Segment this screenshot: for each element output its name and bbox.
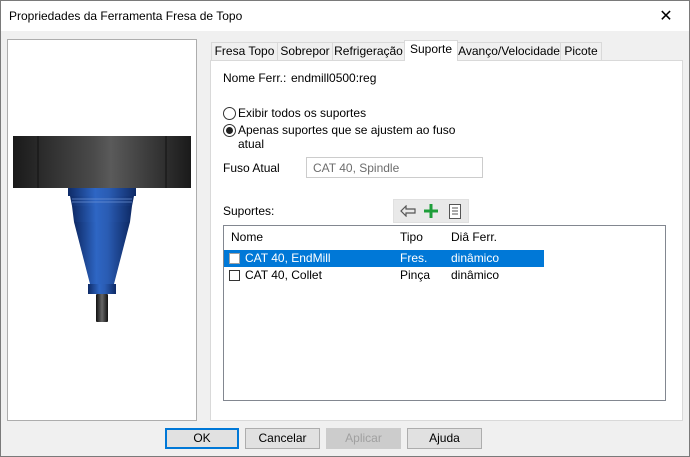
ok-button[interactable]: OK <box>165 428 239 449</box>
holders-list[interactable]: Nome Tipo Diâ Ferr. CAT 40, EndMill Fres… <box>223 225 666 401</box>
tab-picote[interactable]: Picote <box>560 42 602 61</box>
tab-sobrepor[interactable]: Sobrepor <box>277 42 333 61</box>
holders-toolbar <box>393 199 469 223</box>
tool-holder-illustration <box>13 136 191 322</box>
holder-type: Pinça <box>400 268 431 282</box>
list-icon[interactable] <box>445 202 465 220</box>
holders-label: Suportes: <box>223 204 275 218</box>
tool-name-label: Nome Ferr.: <box>223 71 287 85</box>
show-all-holders-label[interactable]: Exibir todos os suportes <box>238 106 366 120</box>
plus-icon[interactable] <box>421 202 441 220</box>
title-bar: Propriedades da Ferramenta Fresa de Topo… <box>1 1 689 31</box>
holder-panel: Nome Ferr.: endmill0500:reg Exibir todos… <box>210 60 683 421</box>
tool-preview <box>7 39 197 421</box>
column-header-diameter[interactable]: Diâ Ferr. <box>451 230 497 244</box>
holder-name: CAT 40, EndMill <box>245 251 331 265</box>
tab-suporte[interactable]: Suporte <box>404 40 458 61</box>
close-button[interactable]: ✕ <box>643 1 689 31</box>
tab-refrigeracao[interactable]: Refrigeração <box>332 42 405 61</box>
holder-diameter: dinâmico <box>451 251 500 265</box>
help-button[interactable]: Ajuda <box>407 428 482 449</box>
tab-avanco-velocidade[interactable]: Avanço/Velocidade <box>457 42 561 61</box>
spindle-field: CAT 40, Spindle <box>306 157 483 178</box>
holder-row[interactable]: CAT 40, EndMill Fres. dinâmico <box>224 250 544 267</box>
tab-fresa-topo[interactable]: Fresa Topo <box>211 42 278 61</box>
column-header-type[interactable]: Tipo <box>400 230 423 244</box>
holder-type: Fres. <box>400 251 428 265</box>
row-checkbox[interactable] <box>229 253 240 264</box>
undo-arrow-icon[interactable] <box>398 202 418 220</box>
apply-button[interactable]: Aplicar <box>326 428 401 449</box>
fit-holders-label-line1[interactable]: Apenas suportes que se ajustem ao fuso <box>238 123 455 137</box>
window-title: Propriedades da Ferramenta Fresa de Topo <box>9 9 243 23</box>
column-header-name[interactable]: Nome <box>231 230 263 244</box>
cancel-button[interactable]: Cancelar <box>245 428 320 449</box>
tool-name-value: endmill0500:reg <box>291 71 377 85</box>
holder-name: CAT 40, Collet <box>245 268 322 282</box>
show-all-holders-radio[interactable] <box>223 107 236 120</box>
holder-row[interactable]: CAT 40, Collet Pinça dinâmico <box>224 267 544 284</box>
spindle-label: Fuso Atual <box>223 161 280 175</box>
holder-diameter: dinâmico <box>451 268 500 282</box>
fit-holders-label-line2[interactable]: atual <box>238 137 264 151</box>
fit-holders-radio[interactable] <box>223 124 236 137</box>
row-checkbox[interactable] <box>229 270 240 281</box>
properties-dialog: Propriedades da Ferramenta Fresa de Topo… <box>0 0 690 457</box>
